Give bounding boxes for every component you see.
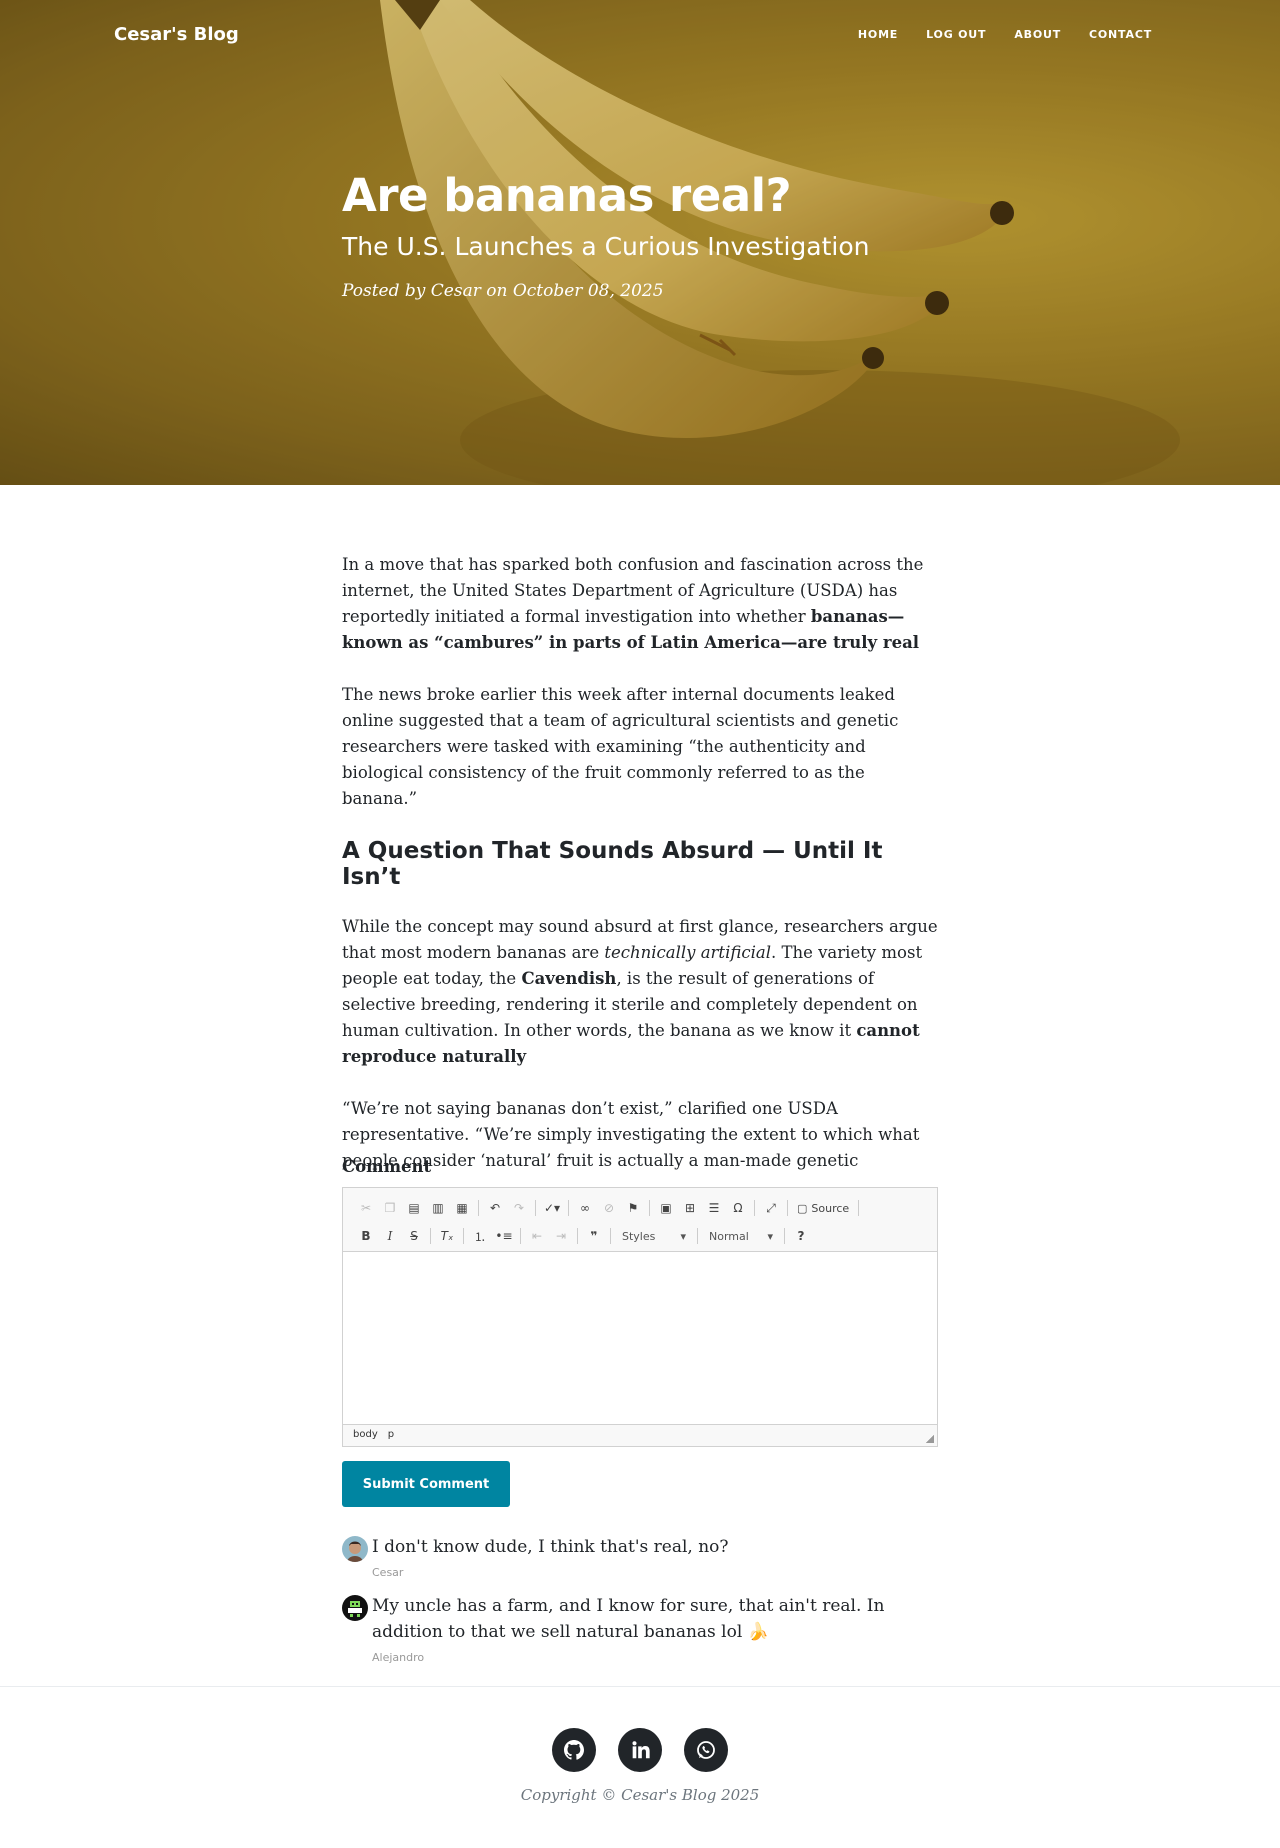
comment-content: My uncle has a farm, and I know for sure…	[372, 1593, 938, 1664]
maximize-icon[interactable]: ⤢	[760, 1197, 782, 1219]
unlink-icon[interactable]: ⊘	[598, 1197, 620, 1219]
undo-icon[interactable]: ↶	[484, 1197, 506, 1219]
toolbar-separator	[568, 1200, 569, 1216]
paste-text-icon[interactable]: ▥	[427, 1197, 449, 1219]
github-icon[interactable]	[552, 1728, 596, 1772]
comment-list: I don't know dude, I think that's real, …	[342, 1534, 938, 1678]
link-icon[interactable]: ∞	[574, 1197, 596, 1219]
comment-form: Comment ✂ ❐ ▤ ▥ ▦ ↶ ↷ ✓▾ ∞ ⊘ ⚑ ▣ ⊞ ☰ Ω ⤢…	[342, 1157, 938, 1507]
table-icon[interactable]: ⊞	[679, 1197, 701, 1219]
comment-textarea[interactable]	[343, 1252, 937, 1424]
toolbar-separator	[535, 1200, 536, 1216]
comment-content: I don't know dude, I think that's real, …	[372, 1534, 729, 1579]
image-icon[interactable]: ▣	[655, 1197, 677, 1219]
toolbar-separator	[649, 1200, 650, 1216]
toolbar-separator	[478, 1200, 479, 1216]
cut-icon[interactable]: ✂	[355, 1197, 377, 1219]
linkedin-icon[interactable]	[618, 1728, 662, 1772]
toolbar-row-2: B I S Tₓ ⒈ •≡ ⇤ ⇥ ❞ Styles ▾ Normal ▾ ?	[355, 1224, 927, 1248]
nav-about-link[interactable]: About	[1014, 28, 1061, 41]
help-icon[interactable]: ?	[790, 1225, 812, 1247]
nav-contact-link[interactable]: Contact	[1089, 28, 1152, 41]
paragraph-news: The news broke earlier this week after i…	[342, 685, 899, 808]
remove-format-icon[interactable]: Tₓ	[436, 1225, 458, 1247]
copy-icon[interactable]: ❐	[379, 1197, 401, 1219]
styles-dropdown[interactable]: Styles ▾	[616, 1230, 692, 1243]
toolbar-separator	[697, 1228, 698, 1244]
toolbar-separator	[520, 1228, 521, 1244]
format-dropdown[interactable]: Normal ▾	[703, 1230, 779, 1243]
bold-icon[interactable]: B	[355, 1225, 377, 1247]
section-heading: A Question That Sounds Absurd — Until It…	[342, 838, 883, 890]
avatar	[342, 1536, 368, 1562]
bulleted-list-icon[interactable]: •≡	[493, 1225, 515, 1247]
nav-home-link[interactable]: Home	[858, 28, 898, 41]
nav-links: Home Log Out About Contact	[858, 28, 1152, 41]
source-button[interactable]: ▢ Source	[793, 1202, 853, 1215]
anchor-flag-icon[interactable]: ⚑	[622, 1197, 644, 1219]
comment-author: Cesar	[372, 1566, 404, 1579]
toolbar-separator	[610, 1228, 611, 1244]
toolbar-separator	[754, 1200, 755, 1216]
horizontal-line-icon[interactable]: ☰	[703, 1197, 725, 1219]
chevron-down-icon: ▾	[680, 1229, 686, 1243]
comment-item: My uncle has a farm, and I know for sure…	[342, 1593, 938, 1664]
toolbar-separator	[463, 1228, 464, 1244]
toolbar-separator	[577, 1228, 578, 1244]
footer-divider	[0, 1686, 1280, 1687]
social-links	[552, 1728, 728, 1772]
post-body: In a move that has sparked both confusio…	[342, 552, 938, 1174]
paste-icon[interactable]: ▤	[403, 1197, 425, 1219]
toolbar-separator	[784, 1228, 785, 1244]
post-subtitle: The U.S. Launches a Curious Investigatio…	[342, 231, 870, 261]
strikethrough-icon[interactable]: S	[403, 1225, 425, 1247]
hero-header: Cesar's Blog Home Log Out About Contact …	[0, 0, 1280, 485]
post-meta: Posted by Cesar on October 08, 2025	[342, 280, 664, 301]
submit-comment-button[interactable]: Submit Comment	[342, 1461, 510, 1507]
whatsapp-icon[interactable]	[684, 1728, 728, 1772]
comment-text: I don't know dude, I think that's real, …	[372, 1537, 729, 1557]
source-doc-icon: ▢	[797, 1201, 808, 1215]
paragraph-argument: While the concept may sound absurd at fi…	[342, 917, 938, 1066]
editor-status-bar: body p	[343, 1424, 937, 1446]
spellcheck-icon[interactable]: ✓▾	[541, 1197, 563, 1219]
numbered-list-icon[interactable]: ⒈	[469, 1225, 491, 1247]
editor-toolbar: ✂ ❐ ▤ ▥ ▦ ↶ ↷ ✓▾ ∞ ⊘ ⚑ ▣ ⊞ ☰ Ω ⤢ ▢ Sourc…	[343, 1188, 937, 1252]
comment-text: My uncle has a farm, and I know for sure…	[372, 1596, 885, 1642]
post-title: Are bananas real?	[342, 169, 792, 222]
comment-author: Alejandro	[372, 1651, 425, 1664]
rich-text-editor: ✂ ❐ ▤ ▥ ▦ ↶ ↷ ✓▾ ∞ ⊘ ⚑ ▣ ⊞ ☰ Ω ⤢ ▢ Sourc…	[342, 1187, 938, 1447]
toolbar-separator	[858, 1200, 860, 1216]
redo-icon[interactable]: ↷	[508, 1197, 530, 1219]
special-char-icon[interactable]: Ω	[727, 1197, 749, 1219]
toolbar-separator	[430, 1228, 431, 1244]
post-heading: Are bananas real? The U.S. Launches a Cu…	[342, 170, 962, 301]
brand-link[interactable]: Cesar's Blog	[114, 24, 239, 45]
indent-icon[interactable]: ⇥	[550, 1225, 572, 1247]
nav-logout-link[interactable]: Log Out	[926, 28, 986, 41]
italic-icon[interactable]: I	[379, 1225, 401, 1247]
toolbar-separator	[787, 1200, 788, 1216]
path-body[interactable]: body	[353, 1429, 378, 1442]
outdent-icon[interactable]: ⇤	[526, 1225, 548, 1247]
avatar	[342, 1595, 368, 1621]
paragraph-intro: In a move that has sparked both confusio…	[342, 555, 924, 652]
toolbar-row-1: ✂ ❐ ▤ ▥ ▦ ↶ ↷ ✓▾ ∞ ⊘ ⚑ ▣ ⊞ ☰ Ω ⤢ ▢ Sourc…	[355, 1196, 927, 1220]
resize-handle[interactable]	[926, 1435, 934, 1443]
copyright-text: Copyright © Cesar's Blog 2025	[520, 1786, 760, 1804]
comment-item: I don't know dude, I think that's real, …	[342, 1534, 938, 1579]
comment-label: Comment	[342, 1157, 432, 1176]
blockquote-icon[interactable]: ❞	[583, 1225, 605, 1247]
top-navbar: Cesar's Blog Home Log Out About Contact	[0, 0, 1280, 72]
path-p[interactable]: p	[388, 1429, 394, 1442]
chevron-down-icon: ▾	[767, 1229, 773, 1243]
paste-word-icon[interactable]: ▦	[451, 1197, 473, 1219]
